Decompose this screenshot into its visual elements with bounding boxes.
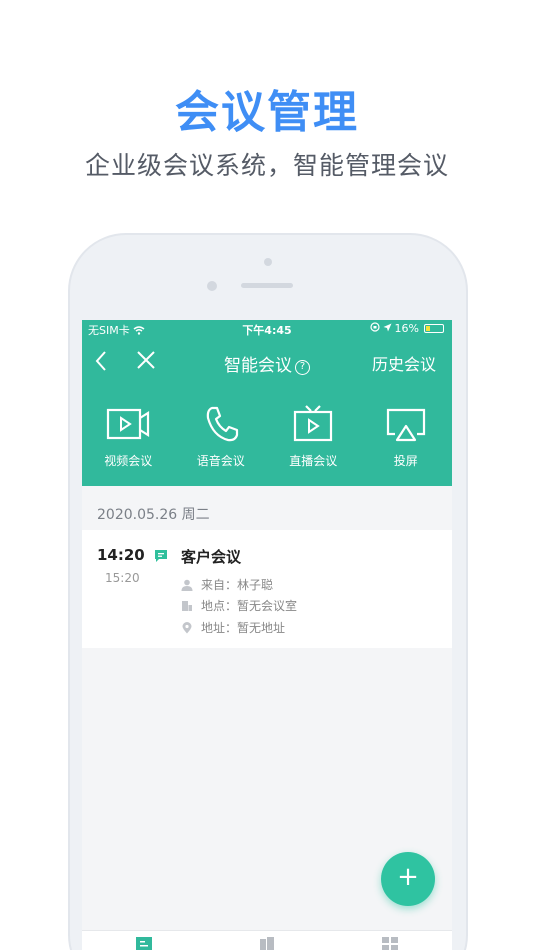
screen-cast-label: 投屏: [393, 454, 418, 468]
location-arrow-icon: [383, 322, 392, 335]
date-header: 2020.05.26 周二: [97, 507, 210, 523]
airplay-icon: [386, 408, 425, 442]
tv-play-icon: [294, 405, 333, 442]
page-title-text: 智能会议: [224, 356, 292, 376]
history-meetings-link[interactable]: 历史会议: [372, 351, 436, 375]
meeting-start-time: 14:20: [97, 546, 145, 564]
add-meeting-button[interactable]: +: [381, 852, 435, 906]
person-icon: [181, 579, 193, 591]
video-meeting-button[interactable]: 视频会议: [82, 404, 175, 469]
phone-icon: [206, 406, 238, 442]
meeting-card[interactable]: 14:20 15:20 客户会议 来自：林子聪 地点：暂无会议室 地址：暂无地址: [82, 530, 452, 648]
building-icon: [182, 600, 192, 611]
sensor-dot: [207, 281, 217, 291]
meeting-from: 来自：林子聪: [201, 578, 274, 592]
battery-icon: [424, 324, 444, 333]
chat-bubble-icon: [155, 550, 167, 562]
meeting-title: 客户会议: [181, 548, 242, 566]
status-bar: 无SIM卡 下午4:45 16%: [82, 320, 452, 338]
meeting-end-time: 15:20: [105, 571, 140, 585]
camera-dot: [264, 258, 272, 266]
status-right: 16%: [369, 322, 444, 335]
help-circle-icon[interactable]: ?: [295, 360, 310, 375]
battery-percent: 16%: [394, 322, 419, 335]
bottom-tab-bar: [82, 930, 452, 950]
meeting-address-row: 地址：暂无地址: [181, 619, 285, 636]
promo-title: 会议管理: [175, 87, 359, 138]
voice-meeting-button[interactable]: 语音会议: [175, 404, 268, 469]
meeting-venue: 地点：暂无会议室: [201, 599, 298, 613]
meeting-venue-row: 地点：暂无会议室: [181, 597, 297, 614]
tab-apps-icon[interactable]: [381, 937, 399, 950]
live-meeting-button[interactable]: 直播会议: [267, 404, 360, 469]
meeting-address: 地址：暂无地址: [201, 621, 286, 635]
video-meeting-label: 视频会议: [104, 454, 153, 468]
feature-grid: 视频会议 语音会议 直播会议 投屏: [82, 404, 452, 469]
nav-bar: 智能会议? 历史会议: [82, 344, 452, 380]
lock-rotation-icon: [369, 322, 380, 335]
voice-meeting-label: 语音会议: [196, 454, 245, 468]
screen-cast-button[interactable]: 投屏: [360, 404, 453, 469]
tab-schedule-icon[interactable]: [135, 937, 153, 950]
app-screen: 无SIM卡 下午4:45 16% 智能会议 ? 历史会议 视频会议 语音会议 直…: [82, 320, 452, 950]
video-call-icon: [107, 408, 150, 440]
speaker-grille: [241, 283, 293, 288]
meeting-from-row: 来自：林子聪: [181, 576, 273, 593]
header-panel: 无SIM卡 下午4:45 16% 智能会议 ? 历史会议 视频会议 语音会议 直…: [82, 320, 452, 486]
live-meeting-label: 直播会议: [289, 454, 338, 468]
tab-rooms-icon[interactable]: [258, 937, 276, 950]
location-pin-icon: [182, 621, 192, 633]
promo-subtitle: 企业级会议系统，智能管理会议: [84, 151, 449, 180]
